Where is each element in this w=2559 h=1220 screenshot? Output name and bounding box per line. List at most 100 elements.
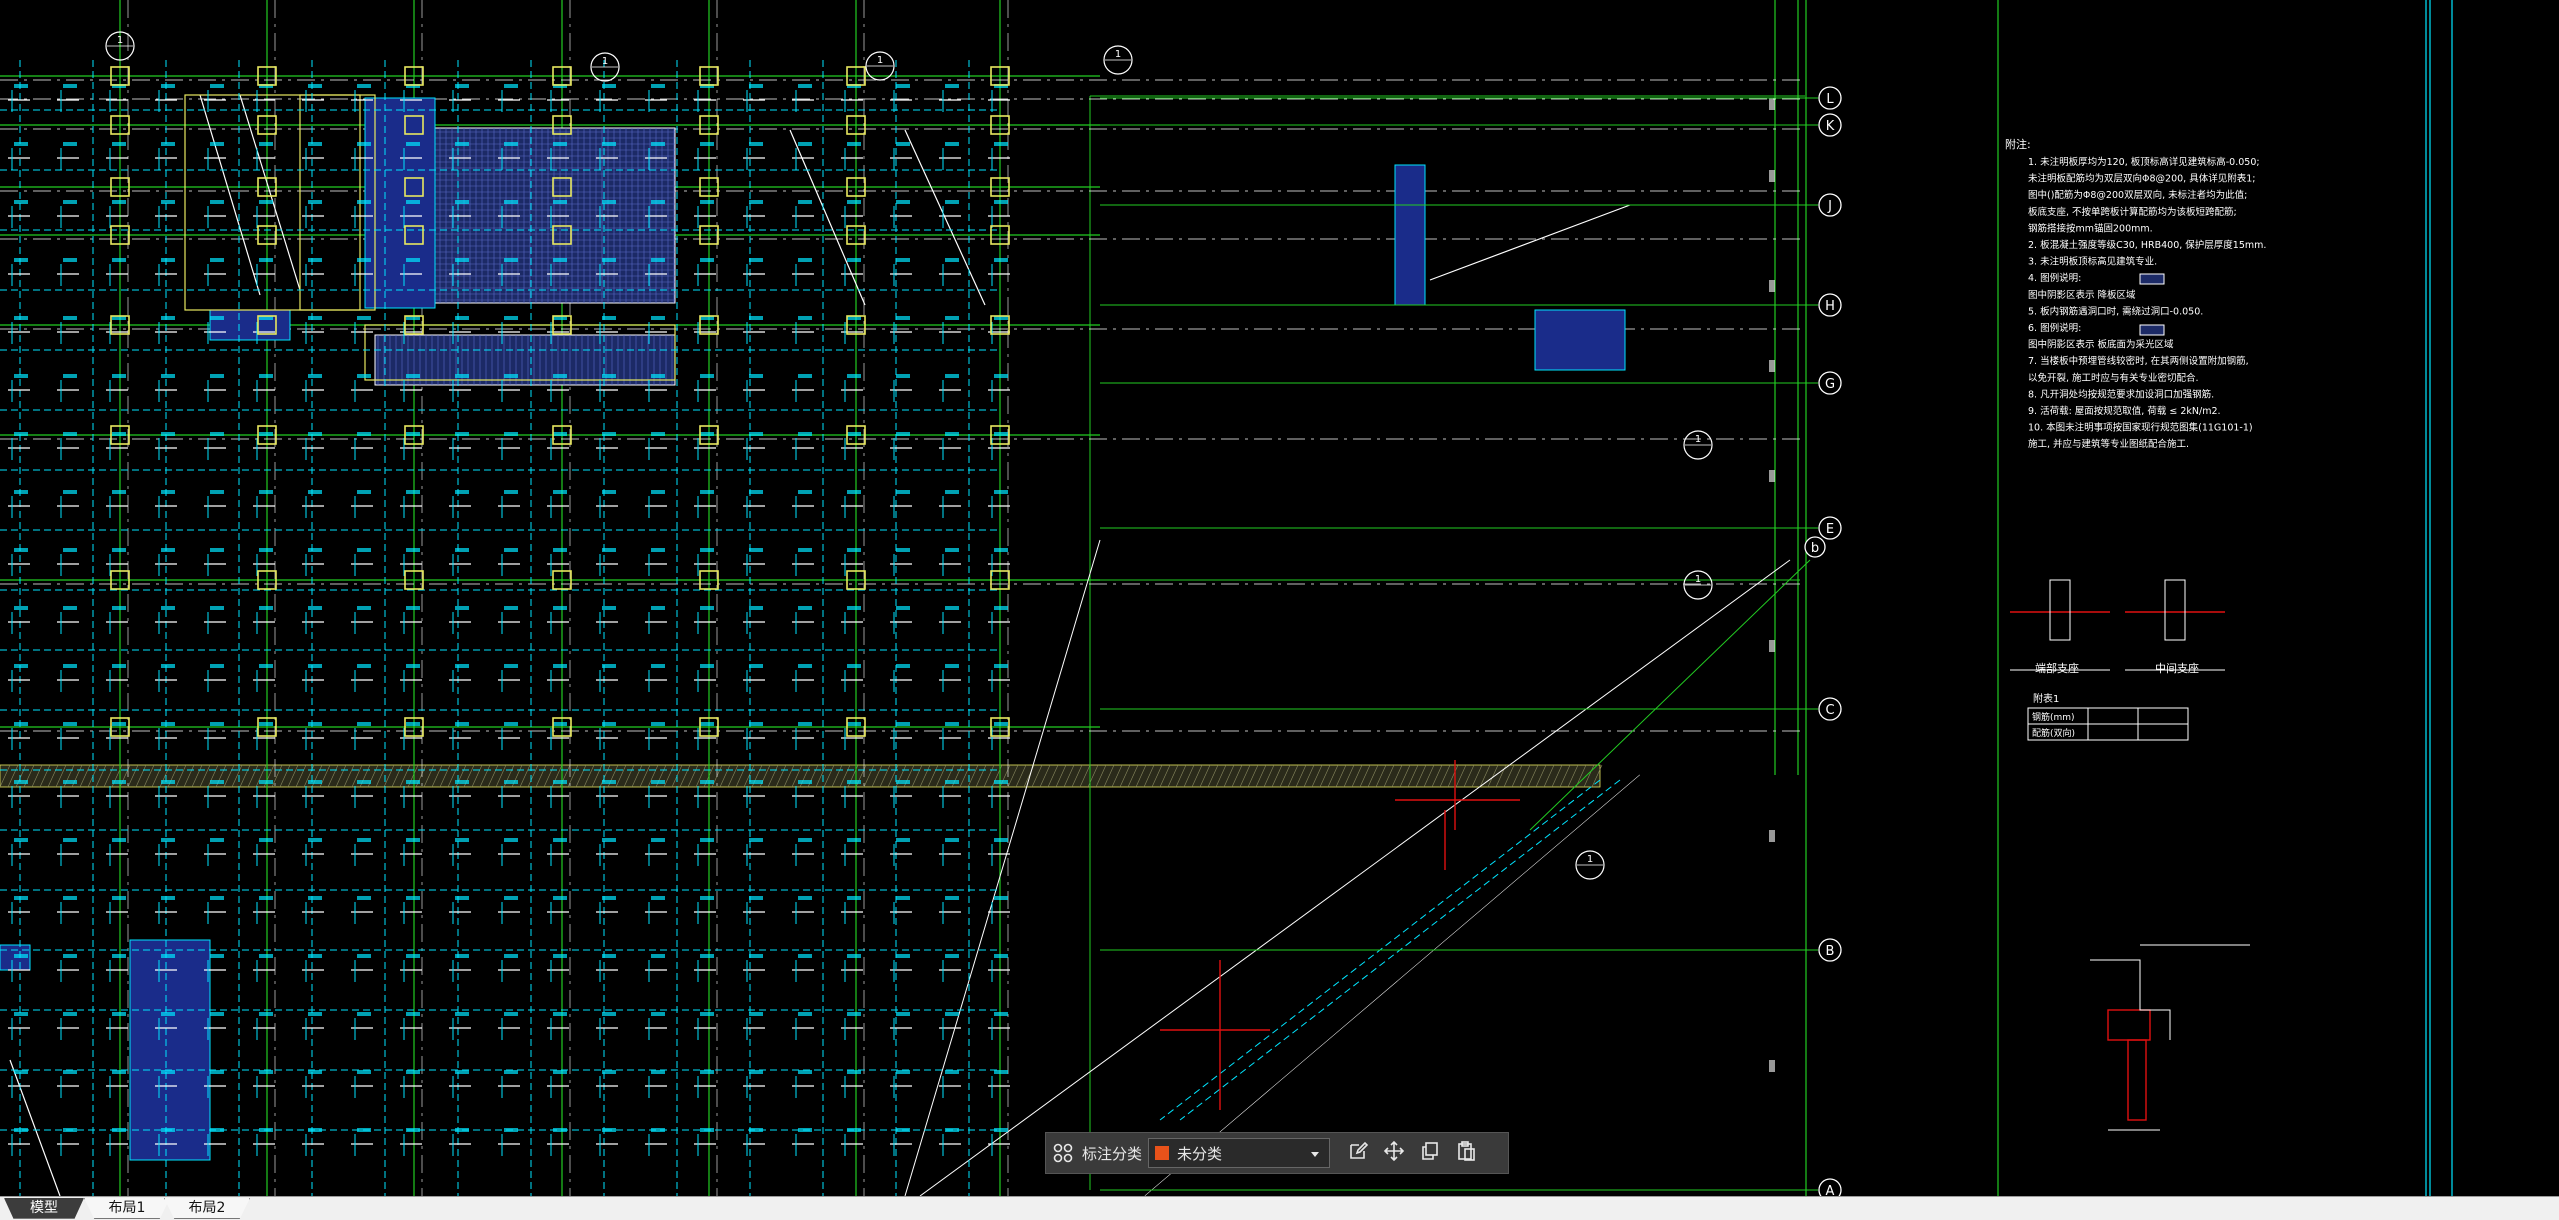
rebar-label bbox=[749, 548, 763, 552]
rebar-label bbox=[602, 1070, 616, 1074]
dimension-text bbox=[1769, 360, 1775, 372]
rebar-label bbox=[602, 1012, 616, 1016]
rebar-label bbox=[63, 84, 77, 88]
category-select[interactable]: 未分类 bbox=[1148, 1138, 1331, 1168]
rebar-label bbox=[896, 1012, 910, 1016]
rebar-label bbox=[357, 1012, 371, 1016]
tab-layout2[interactable]: 布局2 bbox=[164, 1198, 250, 1219]
move-icon bbox=[1383, 1140, 1405, 1166]
rebar-label bbox=[651, 84, 665, 88]
rebar-label bbox=[308, 490, 322, 494]
category-value: 未分类 bbox=[1177, 1144, 1223, 1163]
rebar-label bbox=[896, 548, 910, 552]
rebar-label bbox=[161, 374, 175, 378]
rebar-label bbox=[357, 432, 371, 436]
rebar-label bbox=[602, 258, 616, 262]
rebar-label bbox=[651, 896, 665, 900]
notes-line: 板底支座, 不按单跨板计算配筋均为该板短跨配筋; bbox=[2028, 206, 2237, 218]
rebar-label bbox=[161, 432, 175, 436]
rebar-label bbox=[112, 432, 126, 436]
rebar-label bbox=[994, 664, 1008, 668]
rebar-label bbox=[847, 780, 861, 784]
rebar-label bbox=[504, 606, 518, 610]
move-button[interactable] bbox=[1376, 1135, 1412, 1171]
rebar-label bbox=[896, 838, 910, 842]
cad-drawing-canvas[interactable]: 1 1 1 1 1 1 1 LK J H G E C B Ab 附注: 1. 未注明板厚均为120, 板顶标高… bbox=[0, 0, 2559, 1196]
rebar-label bbox=[700, 780, 714, 784]
rebar-label bbox=[945, 722, 959, 726]
tab-model[interactable]: 模型 bbox=[4, 1198, 84, 1219]
rebar-label bbox=[357, 548, 371, 552]
rebar-label bbox=[798, 490, 812, 494]
rebar-label bbox=[847, 432, 861, 436]
rebar-label bbox=[847, 258, 861, 262]
rebar-label bbox=[798, 258, 812, 262]
rebar-label bbox=[259, 606, 273, 610]
rebar-label bbox=[651, 142, 665, 146]
rebar-label bbox=[504, 432, 518, 436]
rebar-label bbox=[259, 1070, 273, 1074]
rebar-label bbox=[308, 316, 322, 320]
rebar-label bbox=[308, 664, 322, 668]
grid-apps-icon[interactable] bbox=[1046, 1136, 1080, 1170]
rebar-label bbox=[602, 664, 616, 668]
paste-button[interactable] bbox=[1448, 1135, 1484, 1171]
rebar-label bbox=[455, 258, 469, 262]
notes-line: 钢筋搭接按mm锚固200mm. bbox=[2028, 222, 2153, 234]
edit-button[interactable] bbox=[1340, 1135, 1376, 1171]
rebar-label bbox=[406, 954, 420, 958]
table-title: 附表1 bbox=[2033, 692, 2059, 705]
legend-swatch bbox=[2139, 273, 2165, 285]
rebar-label bbox=[357, 1128, 371, 1132]
rebar-label bbox=[357, 1070, 371, 1074]
edit-icon bbox=[1347, 1140, 1369, 1166]
rebar-label bbox=[259, 374, 273, 378]
rebar-label bbox=[602, 200, 616, 204]
rebar-label bbox=[455, 490, 469, 494]
rebar-label bbox=[455, 954, 469, 958]
rebar-label bbox=[210, 548, 224, 552]
dimension-text bbox=[1769, 640, 1775, 652]
rebar-label bbox=[504, 490, 518, 494]
rebar-label bbox=[847, 548, 861, 552]
rebar-label bbox=[63, 838, 77, 842]
rebar-label bbox=[896, 606, 910, 610]
rebar-label bbox=[308, 1128, 322, 1132]
tab-layout1[interactable]: 布局1 bbox=[84, 1198, 170, 1219]
rebar-label bbox=[161, 1012, 175, 1016]
rebar-label bbox=[602, 896, 616, 900]
rebar-label bbox=[700, 490, 714, 494]
axis-label: A bbox=[1826, 1184, 1835, 1196]
rebar-label bbox=[945, 200, 959, 204]
rebar-label bbox=[945, 142, 959, 146]
rebar-label bbox=[602, 84, 616, 88]
rebar-label bbox=[700, 432, 714, 436]
rebar-label bbox=[553, 432, 567, 436]
rebar-label bbox=[896, 896, 910, 900]
rebar-label bbox=[357, 200, 371, 204]
rebar-label bbox=[210, 258, 224, 262]
rebar-label bbox=[945, 664, 959, 668]
rebar-label bbox=[308, 258, 322, 262]
rebar-label bbox=[455, 1128, 469, 1132]
rebar-label bbox=[112, 664, 126, 668]
rebar-label bbox=[700, 896, 714, 900]
rebar-label bbox=[112, 896, 126, 900]
rebar-label bbox=[14, 1012, 28, 1016]
rebar-label bbox=[210, 606, 224, 610]
notes-title: 附注: bbox=[2005, 137, 2031, 151]
rebar-label bbox=[112, 838, 126, 842]
rebar-label bbox=[798, 896, 812, 900]
rebar-label bbox=[700, 258, 714, 262]
rebar-label bbox=[553, 780, 567, 784]
rebar-label bbox=[14, 142, 28, 146]
copy-button[interactable] bbox=[1412, 1135, 1448, 1171]
rebar-label bbox=[994, 374, 1008, 378]
rebar-label bbox=[504, 548, 518, 552]
rebar-label bbox=[161, 548, 175, 552]
rebar-label bbox=[700, 664, 714, 668]
rebar-label bbox=[259, 200, 273, 204]
rebar-label bbox=[455, 780, 469, 784]
rebar-label bbox=[994, 548, 1008, 552]
rebar-label bbox=[455, 548, 469, 552]
